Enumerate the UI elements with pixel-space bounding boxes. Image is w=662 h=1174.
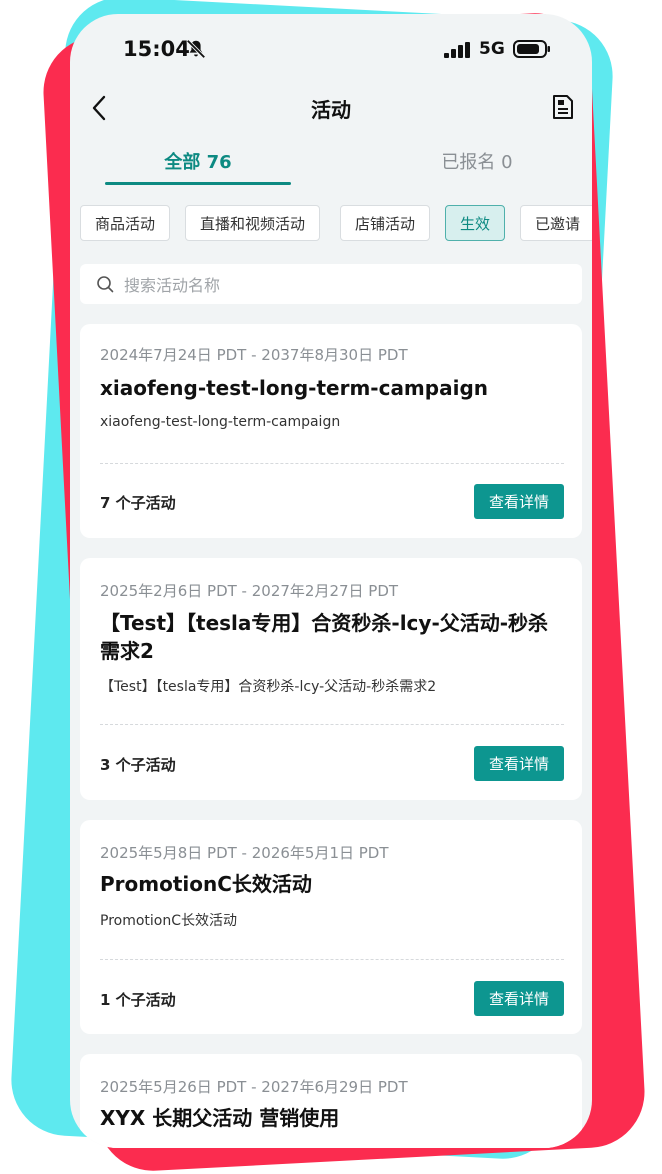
view-details-button[interactable]: 查看详情 [474,484,564,519]
campaign-subtitle: xiaofeng-test-long-term-campaign [100,414,341,430]
view-details-button[interactable]: 查看详情 [474,981,564,1016]
status-time: 15:04 [123,37,190,61]
sub-campaign-count: 3 个子活动 [100,756,176,774]
campaign-date: 2024年7月24日 PDT - 2037年8月30日 PDT [100,346,408,364]
card-divider [100,463,564,464]
campaign-title: 【Test】【tesla专用】合资秒杀-lcy-父活动-秒杀需求2 [100,611,549,663]
card-divider [100,959,564,960]
filter-chip-live-video[interactable]: 直播和视频活动 [185,205,321,241]
view-details-button[interactable]: 查看详情 [474,746,564,781]
search-input[interactable] [122,264,566,306]
campaign-title: PromotionC长效活动 [100,872,312,896]
campaign-card: 2025年5月26日 PDT - 2027年6月29日 PDT XYX 长期父活… [80,1054,582,1148]
campaign-title: xiaofeng-test-long-term-campaign [100,376,488,400]
campaign-card: 2025年2月6日 PDT - 2027年2月27日 PDT 【Test】【te… [80,558,582,800]
status-bar: 15:04 5G [70,14,592,86]
nav-bar: 活动 [70,86,592,132]
campaign-date: 2025年5月8日 PDT - 2026年5月1日 PDT [100,844,389,862]
sub-campaign-count: 1 个子活动 [100,991,176,1009]
filter-chip-product[interactable]: 商品活动 [80,205,171,241]
card-divider [100,724,564,725]
campaign-title: XYX 长期父活动 营销使用 [100,1106,340,1130]
filter-chip-store[interactable]: 店铺活动 [340,205,431,241]
page-title: 活动 [311,98,351,122]
network-label: 5G [479,39,505,59]
document-icon[interactable] [552,94,574,120]
sub-campaign-count: 7 个子活动 [100,494,176,512]
filter-chips: 商品活动 直播和视频活动 店铺活动 生效 已邀请 [80,205,592,245]
campaign-subtitle: PromotionC长效活动 [100,913,238,929]
phone-screen: 15:04 5G 活动 全部 76 已报名 0 商品活动 直播和视频活动 店铺活… [70,14,592,1148]
filter-chip-invited[interactable]: 已邀请 [520,205,592,241]
bell-muted-icon [186,39,206,59]
signal-icon [444,42,470,58]
campaign-card: 2025年5月8日 PDT - 2026年5月1日 PDT PromotionC… [80,820,582,1034]
search-bar [80,264,582,306]
campaign-date: 2025年5月26日 PDT - 2027年6月29日 PDT [100,1078,408,1096]
tab-active-indicator [105,182,291,185]
tab-bar: 全部 76 已报名 0 [70,144,592,188]
campaign-date: 2025年2月6日 PDT - 2027年2月27日 PDT [100,582,399,600]
campaign-card: 2024年7月24日 PDT - 2037年8月30日 PDT xiaofeng… [80,324,582,538]
tab-all[interactable]: 全部 76 [105,148,291,174]
search-icon [97,276,114,293]
tab-registered[interactable]: 已报名 0 [402,148,552,174]
filter-chip-effective[interactable]: 生效 [445,205,506,241]
campaign-subtitle: 【Test】【tesla专用】合资秒杀-lcy-父活动-秒杀需求2 [100,679,437,695]
battery-icon [513,40,550,58]
